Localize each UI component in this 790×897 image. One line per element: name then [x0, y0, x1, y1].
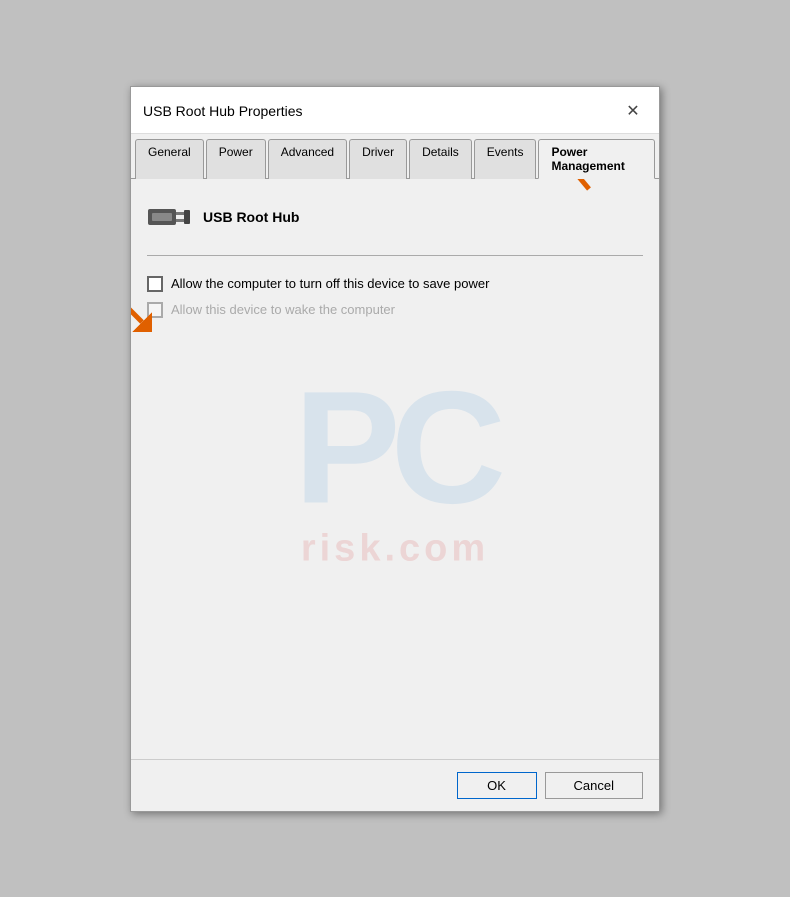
close-button[interactable]: ✕: [619, 97, 647, 125]
allow-turnoff-checkbox[interactable]: [147, 276, 163, 292]
tab-driver[interactable]: Driver: [349, 139, 407, 179]
allow-turnoff-label: Allow the computer to turn off this devi…: [171, 276, 489, 291]
footer: OK Cancel: [131, 759, 659, 811]
tab-general[interactable]: General: [135, 139, 204, 179]
tab-power[interactable]: Power: [206, 139, 266, 179]
dialog: USB Root Hub Properties ✕ General Power …: [130, 86, 660, 812]
usb-device-icon: [147, 195, 191, 239]
watermark-pc: PC: [294, 367, 496, 527]
tab-details[interactable]: Details: [409, 139, 472, 179]
tab-power-management[interactable]: Power Management: [538, 139, 655, 179]
watermark-risk: risk.com: [301, 527, 489, 570]
tab-bar: General Power Advanced Driver Details Ev…: [131, 134, 659, 179]
allow-wake-arrow-container: [147, 302, 163, 318]
allow-wake-label: Allow this device to wake the computer: [171, 302, 395, 317]
dialog-title: USB Root Hub Properties: [143, 103, 303, 119]
content-area: USB Root Hub PC risk.com Allow the compu…: [131, 179, 659, 759]
tab-events[interactable]: Events: [474, 139, 537, 179]
cancel-button[interactable]: Cancel: [545, 772, 643, 799]
device-header: USB Root Hub: [147, 195, 643, 256]
allow-wake-row: Allow this device to wake the computer: [147, 302, 643, 318]
allow-wake-checkbox[interactable]: [147, 302, 163, 318]
options-section: Allow the computer to turn off this devi…: [147, 276, 643, 318]
allow-turnoff-row: Allow the computer to turn off this devi…: [147, 276, 643, 292]
device-name: USB Root Hub: [203, 209, 299, 225]
title-bar: USB Root Hub Properties ✕: [131, 87, 659, 134]
ok-button[interactable]: OK: [457, 772, 537, 799]
tab-advanced[interactable]: Advanced: [268, 139, 347, 179]
watermark: PC risk.com: [294, 367, 496, 570]
